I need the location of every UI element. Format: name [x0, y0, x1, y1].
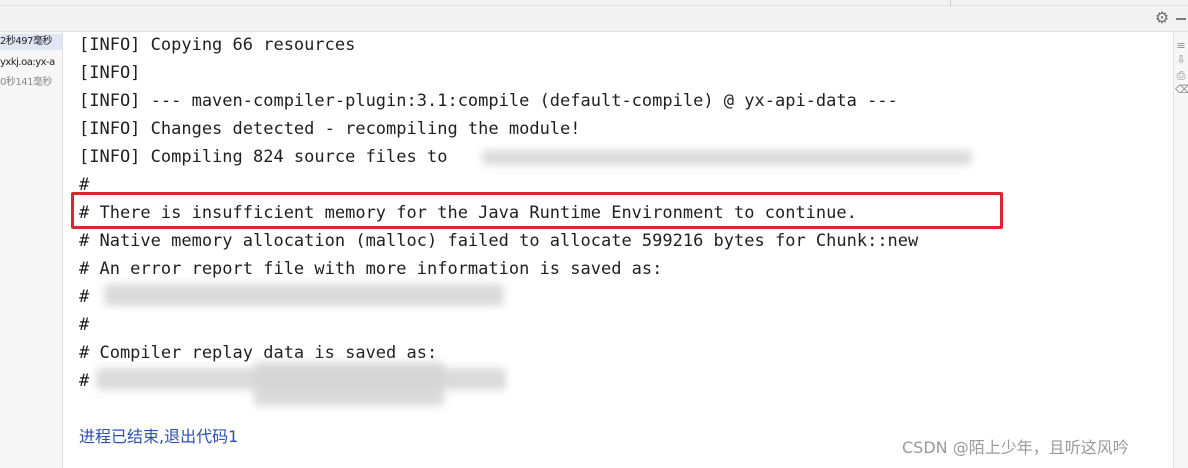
delete-icon[interactable]: ⌫ — [1175, 84, 1188, 96]
console-line: [INFO] Changes detected - recompiling th… — [79, 119, 581, 139]
console-side-toolbar: ≡ ⇩ ⎙ ⌫ — [1173, 32, 1188, 468]
console-line: # Native memory allocation (malloc) fail… — [79, 231, 919, 251]
console-line: # — [79, 315, 90, 335]
console-line: [INFO] — [79, 63, 141, 83]
print-icon[interactable]: ⎙ — [1175, 70, 1187, 82]
run-tree-item[interactable]: 0秒141毫秒 — [0, 75, 52, 91]
run-tree-item[interactable]: yxkj.oa:yx-a — [0, 55, 55, 71]
console-line: [INFO] --- maven-compiler-plugin:3.1:com… — [79, 91, 898, 111]
redacted-path — [482, 150, 972, 165]
run-tree-panel: 2秒497毫秒 yxkj.oa:yx-a 0秒141毫秒 — [0, 32, 63, 468]
watermark: CSDN @陌上少年，且听这风吟 — [902, 438, 1129, 457]
console-output[interactable]: [INFO] Copying 66 resources [INFO] [INFO… — [64, 32, 1173, 468]
run-tree-item[interactable]: 2秒497毫秒 — [0, 34, 62, 50]
exit-code-message: 进程已结束,退出代码1 — [79, 427, 239, 446]
minus-icon[interactable] — [1176, 18, 1186, 20]
redacted-path — [254, 362, 444, 406]
run-toolbar: ⚙ — [0, 6, 1188, 32]
console-line: # — [79, 371, 90, 391]
console-line: [INFO] Copying 66 resources — [79, 35, 356, 55]
console-line: # An error report file with more informa… — [79, 259, 663, 279]
console-line: # Compiler replay data is saved as: — [79, 343, 438, 363]
scroll-end-icon[interactable]: ⇩ — [1175, 54, 1187, 66]
wrap-icon[interactable]: ≡ — [1175, 40, 1187, 52]
redacted-path — [104, 284, 504, 306]
console-line: [INFO] Compiling 824 source files to — [79, 147, 448, 167]
error-highlight-box — [71, 192, 1003, 229]
gear-icon[interactable]: ⚙ — [1153, 9, 1171, 27]
console-line: # — [79, 287, 90, 307]
